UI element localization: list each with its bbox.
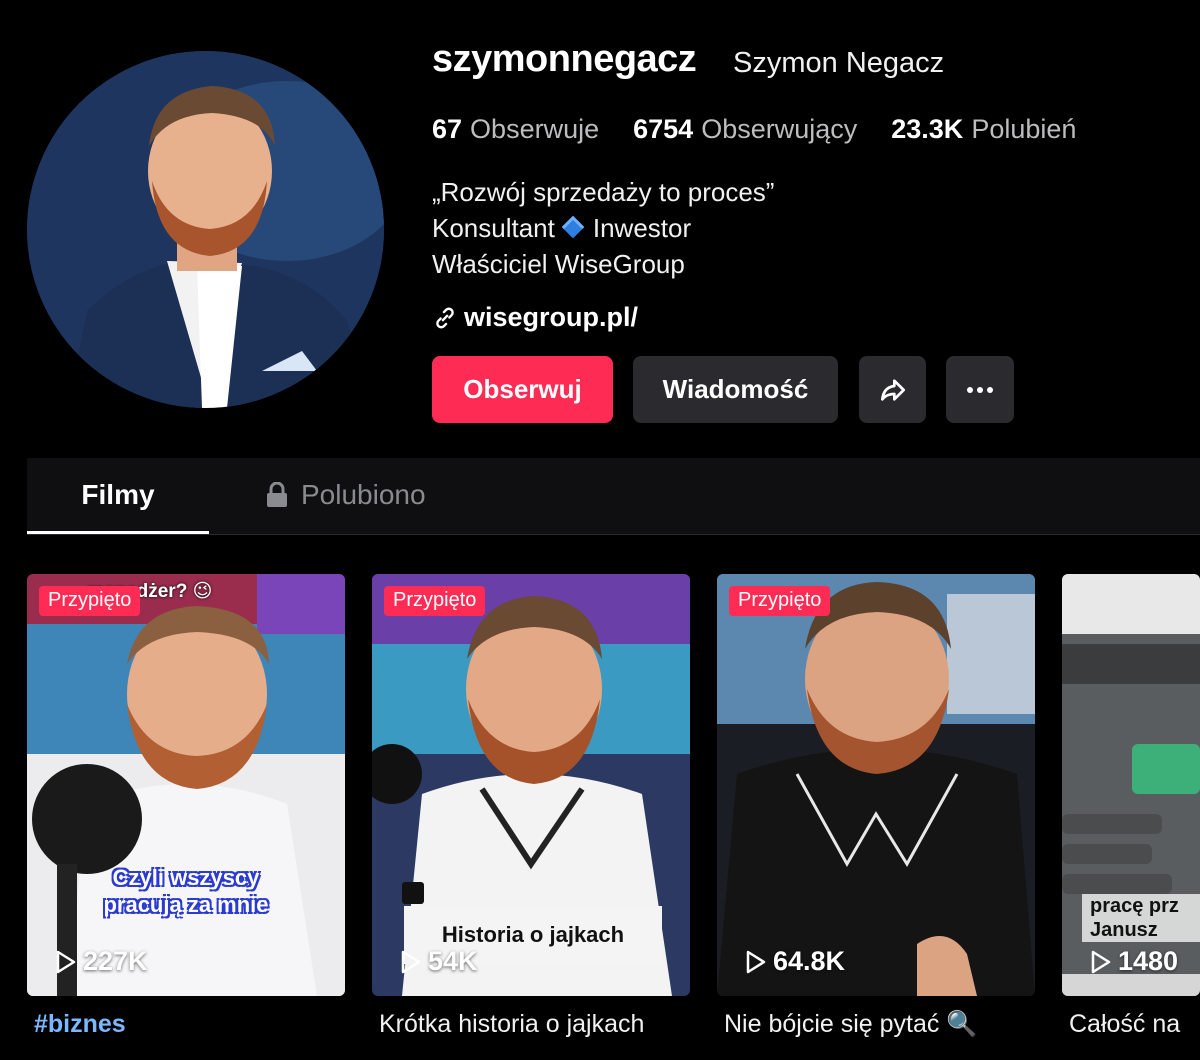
play-icon — [401, 950, 421, 973]
play-icon — [1091, 950, 1111, 973]
view-count: 64.8K — [745, 946, 845, 977]
video-card[interactable]: menedżer? 😉 Przypięto Czyli wszyscy prac… — [27, 574, 345, 996]
overlay-line: pracują za mnie — [103, 892, 269, 917]
tab-liked[interactable]: Polubiono — [265, 458, 426, 532]
video-overlay-text: Czyli wszyscy pracują za mnie — [27, 864, 345, 918]
message-button[interactable]: Wiadomość — [633, 356, 838, 423]
view-count: 1480 — [1090, 946, 1178, 977]
stat-likes: 23.3K Polubień — [891, 114, 1076, 145]
profile-link[interactable]: wisegroup.pl/ — [432, 302, 638, 333]
video-caption[interactable]: #biznes — [34, 1010, 126, 1039]
more-icon — [967, 386, 993, 393]
lock-icon — [267, 482, 287, 507]
stat-value: 6754 — [633, 114, 694, 144]
view-count: 227K — [55, 946, 148, 977]
bio-line: Właściciel WiseGroup — [432, 249, 685, 279]
more-button[interactable] — [946, 356, 1014, 423]
play-icon — [56, 950, 76, 973]
share-button[interactable] — [859, 356, 926, 423]
view-count-text: 64.8K — [773, 946, 846, 976]
tab-videos[interactable]: Filmy — [27, 458, 209, 534]
share-icon — [880, 378, 905, 401]
video-thumbnail — [27, 574, 345, 996]
bio-line: „Rozwój sprzedaży to proces” — [432, 177, 775, 207]
link-text: wisegroup.pl/ — [464, 302, 639, 332]
view-count: 54K — [400, 946, 478, 977]
video-caption[interactable]: Nie bójcie się pytać 🔍 — [724, 1010, 977, 1039]
stat-followers[interactable]: 6754 Obserwujący — [633, 114, 857, 145]
link-icon — [436, 307, 454, 328]
stat-label: Obserwuje — [470, 114, 600, 144]
overlay-line: pracę prz — [1090, 895, 1179, 917]
video-overlay-text: pracę prz Janusz — [1082, 894, 1200, 942]
view-count-text: 1480 — [1118, 946, 1179, 976]
avatar[interactable] — [27, 51, 384, 408]
view-count-text: 227K — [83, 946, 148, 976]
play-icon — [746, 950, 766, 973]
stat-following[interactable]: 67 Obserwuje — [432, 114, 599, 145]
stat-value: 23.3K — [891, 114, 964, 144]
stat-value: 67 — [432, 114, 463, 144]
bio-text: Inwestor — [592, 213, 692, 243]
stat-label: Obserwujący — [701, 114, 858, 144]
stat-label: Polubień — [971, 114, 1077, 144]
overlay-line: Czyli wszyscy — [112, 865, 260, 890]
video-card[interactable]: Przypięto Historia o jajkach 54K — [372, 574, 690, 996]
display-name: Szymon Negacz — [733, 47, 945, 79]
overlay-line: Janusz — [1090, 919, 1158, 941]
blue-diamond-icon — [561, 215, 585, 239]
tab-label: Polubiono — [301, 479, 426, 510]
view-count-text: 54K — [428, 946, 478, 976]
pinned-badge: Przypięto — [729, 586, 831, 616]
profile-stats: 67 Obserwuje 6754 Obserwujący 23.3K Polubie… — [432, 114, 1110, 145]
tab-bar: Filmy Polubiono — [27, 458, 1200, 535]
video-caption[interactable]: Całość na — [1069, 1010, 1180, 1039]
pinned-badge: Przypięto — [384, 586, 486, 616]
bio-line: Konsultant Inwestor — [432, 210, 774, 246]
profile-page: szymonnegacz Szymon Negacz 67 Obserwuje 6… — [0, 0, 1200, 1060]
pinned-badge: Przypięto — [39, 586, 141, 616]
video-card[interactable]: pracę prz Janusz 1480 — [1062, 574, 1200, 996]
video-caption[interactable]: Krótka historia o jajkach — [379, 1010, 644, 1039]
video-thumbnail — [717, 574, 1035, 996]
video-card[interactable]: Przypięto 64.8K — [717, 574, 1035, 996]
username: szymonnegacz — [432, 38, 697, 80]
bio: „Rozwój sprzedaży to proces” Konsultant I… — [432, 174, 774, 282]
bio-text: Konsultant — [432, 213, 555, 243]
follow-button[interactable]: Obserwuj — [432, 356, 613, 423]
